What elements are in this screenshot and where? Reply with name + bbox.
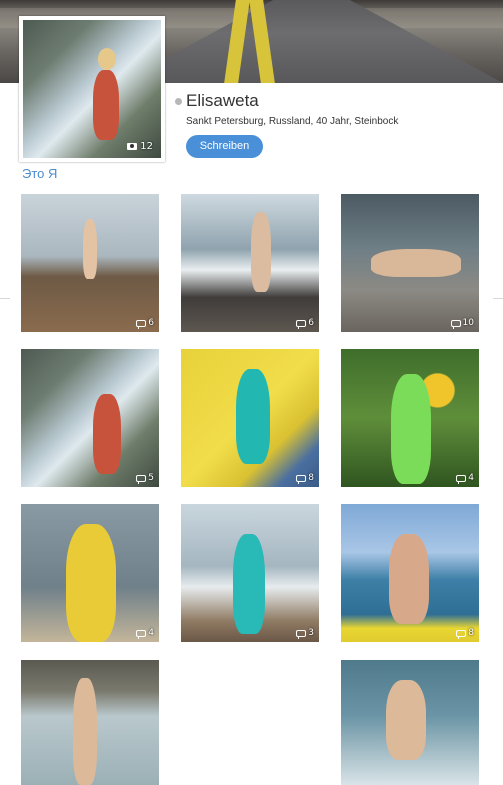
camera-icon — [127, 143, 138, 150]
photo-tile[interactable]: 6 — [181, 194, 319, 332]
comment-count-value: 8 — [468, 628, 474, 638]
comment-icon — [136, 474, 147, 484]
comment-icon — [296, 629, 307, 639]
photo-tile[interactable]: 8 — [181, 349, 319, 487]
comment-count-value: 6 — [308, 318, 314, 328]
photo-figure — [66, 524, 116, 642]
photo-tile[interactable] — [341, 660, 479, 785]
comment-count: 8 — [296, 473, 314, 484]
comment-icon — [136, 629, 147, 639]
comment-count-value: 10 — [462, 318, 474, 328]
photo-figure — [389, 534, 429, 624]
photo-tile[interactable]: 8 — [341, 504, 479, 642]
photo-figure — [371, 249, 461, 277]
photo-count-value: 12 — [140, 141, 153, 152]
comment-count: 4 — [456, 473, 474, 484]
about-link[interactable]: Это Я — [22, 166, 57, 181]
photo-tile[interactable]: 5 — [21, 349, 159, 487]
avatar-figure — [93, 70, 119, 140]
avatar-head — [98, 48, 116, 70]
avatar[interactable]: 12 — [19, 16, 165, 162]
photo-figure — [73, 678, 97, 785]
comment-count: 10 — [450, 318, 474, 329]
comment-count: 8 — [456, 628, 474, 639]
avatar-image[interactable]: 12 — [23, 20, 161, 158]
comment-count-value: 6 — [148, 318, 154, 328]
online-status-icon — [175, 98, 182, 105]
photo-tile[interactable]: 3 — [181, 504, 319, 642]
photo-tile[interactable]: 4 — [341, 349, 479, 487]
photo-figure — [391, 374, 431, 484]
divider — [0, 298, 10, 299]
comment-count: 3 — [296, 628, 314, 639]
photo-figure — [236, 369, 270, 464]
comment-icon — [450, 319, 461, 329]
photo-count: 12 — [127, 141, 153, 152]
photo-figure — [386, 680, 426, 760]
photo-figure — [93, 394, 121, 474]
photo-tile[interactable]: 6 — [21, 194, 159, 332]
comment-count: 6 — [136, 318, 154, 329]
comment-count: 5 — [136, 473, 154, 484]
comment-count-value: 4 — [148, 628, 154, 638]
comment-icon — [136, 319, 147, 329]
photo-tile[interactable] — [21, 660, 159, 785]
photo-tile[interactable]: 10 — [341, 194, 479, 332]
photo-figure — [251, 212, 271, 292]
comment-icon — [296, 474, 307, 484]
comment-count: 6 — [296, 318, 314, 329]
comment-count-value: 5 — [148, 473, 154, 483]
comment-count-value: 4 — [468, 473, 474, 483]
photo-tile[interactable]: 4 — [21, 504, 159, 642]
photo-figure — [83, 219, 97, 279]
comment-count: 4 — [136, 628, 154, 639]
profile-name: Elisaweta — [186, 91, 259, 110]
photo-figure — [233, 534, 265, 634]
divider — [493, 298, 503, 299]
comment-icon — [296, 319, 307, 329]
comment-count-value: 3 — [308, 628, 314, 638]
comment-icon — [456, 629, 467, 639]
comment-count-value: 8 — [308, 473, 314, 483]
profile-meta: Sankt Petersburg, Russland, 40 Jahr, Ste… — [186, 116, 399, 127]
comment-icon — [456, 474, 467, 484]
write-button[interactable]: Schreiben — [186, 135, 263, 158]
